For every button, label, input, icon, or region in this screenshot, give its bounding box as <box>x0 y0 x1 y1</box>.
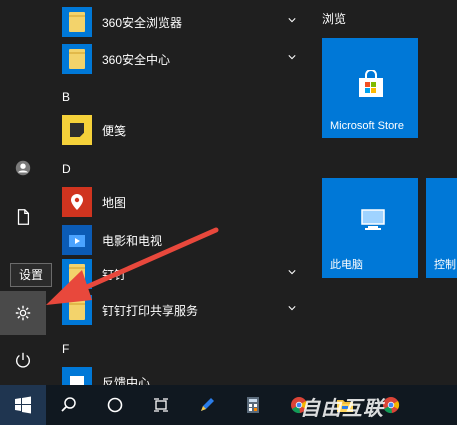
taskbar-app-calculator[interactable] <box>230 385 276 425</box>
settings-button[interactable] <box>0 291 46 335</box>
app-item[interactable]: 便笺 <box>62 112 302 148</box>
app-item[interactable]: 地图 <box>62 184 302 220</box>
chevron-down-icon <box>288 270 296 275</box>
app-label: 360安全中心 <box>102 52 171 67</box>
store-bag-icon <box>359 70 383 97</box>
movie-icon <box>62 225 92 255</box>
folder-icon <box>62 259 92 289</box>
tile-area: 浏览 Microsoft Store 此电脑 控制 <box>306 0 457 385</box>
map-pin-icon <box>62 187 92 217</box>
app-label: 便笺 <box>102 123 127 138</box>
tile-group-title: 浏览 <box>322 12 347 26</box>
power-icon <box>16 352 30 368</box>
task-view-button[interactable] <box>138 385 184 425</box>
gear-icon <box>15 305 31 321</box>
control-panel-tile[interactable]: 控制 <box>426 178 457 278</box>
app-label: 钉钉 <box>102 267 127 282</box>
app-list: 360安全浏览器 360安全中心 B 便笺 D 地图 电影和电视 钉钉 钉钉打印… <box>46 0 306 385</box>
feedback-icon <box>62 367 92 385</box>
section-letter[interactable]: B <box>62 90 70 104</box>
app-label: 地图 <box>102 195 127 210</box>
pen-icon <box>201 398 214 411</box>
search-button[interactable] <box>46 385 92 425</box>
chevron-down-icon <box>288 55 296 60</box>
chrome-icon <box>383 397 400 414</box>
tile-label: 此电脑 <box>330 259 363 271</box>
calculator-icon <box>247 397 259 413</box>
sticky-notes-icon <box>62 115 92 145</box>
app-item[interactable]: 360安全中心 <box>62 41 302 77</box>
section-letter[interactable]: F <box>62 342 69 356</box>
taskbar-app-pen[interactable] <box>184 385 230 425</box>
watermark: 自由互联 <box>300 398 384 420</box>
section-letter[interactable]: D <box>62 162 71 176</box>
app-label: 反馈中心 <box>102 375 151 386</box>
start-button[interactable] <box>0 385 46 425</box>
app-label: 电影和电视 <box>102 233 163 248</box>
computer-icon <box>361 209 385 230</box>
app-label: 钉钉打印共享服务 <box>102 303 199 318</box>
folder-icon <box>62 7 92 37</box>
user-icon <box>15 160 31 176</box>
start-rail <box>0 0 46 385</box>
this-pc-tile[interactable]: 此电脑 <box>322 178 418 278</box>
tile-label: Microsoft Store <box>330 120 404 132</box>
folder-icon <box>62 295 92 325</box>
app-item[interactable]: 反馈中心 <box>62 364 302 385</box>
cortana-icon <box>107 397 123 413</box>
microsoft-store-tile[interactable]: Microsoft Store <box>322 38 418 138</box>
chevron-down-icon <box>288 306 296 311</box>
cortana-button[interactable] <box>92 385 138 425</box>
app-label: 360安全浏览器 <box>102 15 183 30</box>
user-account-button[interactable] <box>0 146 46 190</box>
taskbar <box>0 385 457 425</box>
app-item[interactable]: 360安全浏览器 <box>62 4 302 40</box>
chevron-down-icon <box>288 18 296 23</box>
search-icon <box>61 397 76 412</box>
task-view-icon <box>154 398 168 412</box>
documents-button[interactable] <box>0 195 46 239</box>
windows-logo-icon <box>15 396 31 414</box>
document-icon <box>17 209 30 225</box>
app-item[interactable]: 电影和电视 <box>62 222 302 258</box>
folder-icon <box>62 44 92 74</box>
app-item[interactable]: 钉钉 <box>62 256 302 292</box>
power-button[interactable] <box>0 338 46 382</box>
tile-label: 控制 <box>434 259 456 271</box>
app-item[interactable]: 钉钉打印共享服务 <box>62 292 302 328</box>
